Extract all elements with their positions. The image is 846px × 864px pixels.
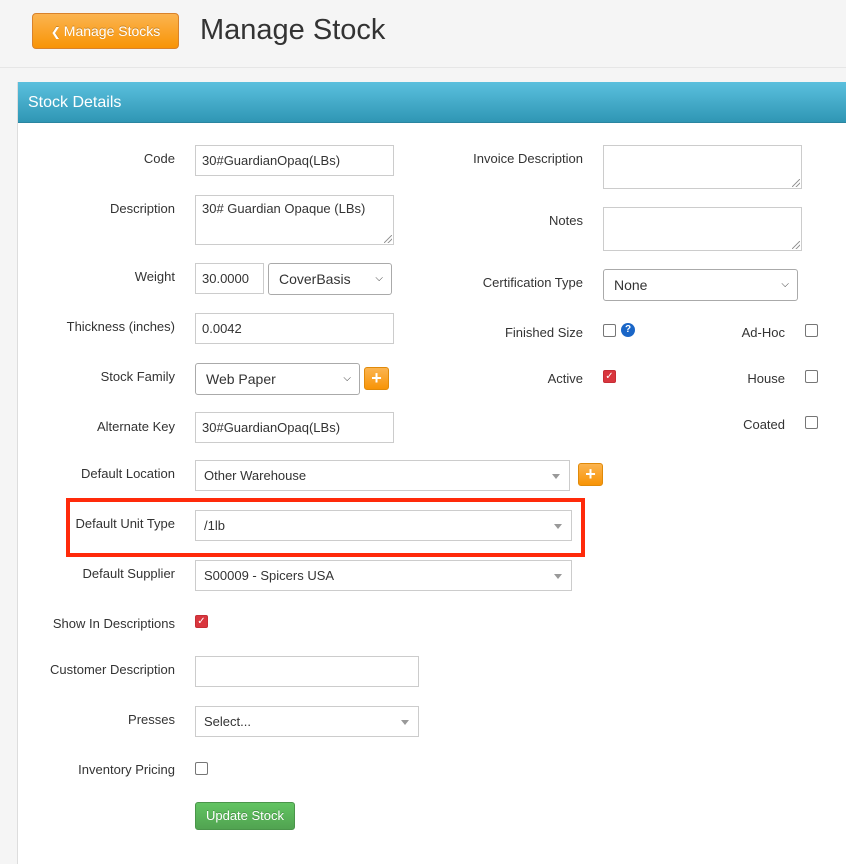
resize-handle-icon[interactable] — [792, 241, 800, 249]
stock-family-select[interactable]: Web Paper ⌵ — [195, 363, 360, 395]
dropdown-arrow-icon — [401, 720, 409, 725]
description-label: Description — [109, 201, 175, 216]
stock-family-label: Stock Family — [100, 369, 175, 384]
dropdown-arrow-icon — [554, 524, 562, 529]
chevron-down-icon: ⌵ — [375, 273, 383, 284]
ad-hoc-checkbox[interactable] — [805, 324, 818, 337]
ad-hoc-label: Ad-Hoc — [741, 325, 785, 340]
active-label: Active — [547, 371, 583, 386]
certification-type-value: None — [614, 277, 648, 293]
default-unit-type-select[interactable]: /1lb — [195, 510, 572, 541]
page-title: Manage Stock — [200, 14, 386, 46]
manage-stocks-back-button[interactable]: ❮ Manage Stocks — [32, 13, 179, 49]
resize-handle-icon[interactable] — [384, 235, 392, 243]
show-in-descriptions-label: Show In Descriptions — [52, 616, 175, 631]
thickness-label: Thickness (inches) — [66, 319, 175, 334]
alternate-key-input[interactable]: 30#GuardianOpaq(LBs) — [195, 412, 394, 443]
customer-description-input[interactable] — [195, 656, 419, 687]
weight-label: Weight — [134, 269, 175, 284]
presses-select[interactable]: Select... — [195, 706, 419, 737]
weight-basis-select[interactable]: CoverBasis ⌵ — [268, 263, 392, 295]
dropdown-arrow-icon — [552, 474, 560, 479]
checkmark-icon: ✓ — [605, 371, 614, 382]
coated-checkbox[interactable] — [805, 416, 818, 429]
invoice-description-label: Invoice Description — [473, 151, 583, 166]
notes-label: Notes — [549, 213, 583, 228]
certification-type-select[interactable]: None ⌵ — [603, 269, 798, 301]
house-label: House — [747, 371, 785, 386]
default-unit-type-label: Default Unit Type — [75, 516, 175, 531]
stock-family-value: Web Paper — [206, 371, 276, 387]
default-supplier-select[interactable]: S00009 - Spicers USA — [195, 560, 572, 591]
checkmark-icon: ✓ — [197, 616, 206, 627]
invoice-description-textarea[interactable] — [603, 145, 802, 189]
finished-size-checkbox[interactable] — [603, 324, 616, 337]
plus-icon: + — [585, 464, 596, 484]
inventory-pricing-checkbox[interactable] — [195, 762, 208, 775]
alternate-key-label: Alternate Key — [96, 419, 175, 434]
default-supplier-label: Default Supplier — [82, 566, 176, 581]
customer-description-label: Customer Description — [50, 662, 175, 677]
dropdown-arrow-icon — [554, 574, 562, 579]
notes-textarea[interactable] — [603, 207, 802, 251]
add-stock-family-button[interactable]: + — [364, 367, 389, 390]
description-textarea[interactable]: 30# Guardian Opaque (LBs) — [195, 195, 394, 245]
add-location-button[interactable]: + — [578, 463, 603, 486]
show-in-descriptions-checkbox[interactable]: ✓ — [195, 615, 208, 628]
panel-title: Stock Details — [18, 82, 846, 123]
finished-size-label: Finished Size — [504, 325, 583, 340]
update-stock-button[interactable]: Update Stock — [195, 802, 295, 830]
code-label: Code — [143, 151, 175, 166]
active-checkbox[interactable]: ✓ — [603, 370, 616, 383]
default-location-select[interactable]: Other Warehouse — [195, 460, 570, 491]
coated-label: Coated — [743, 417, 785, 432]
presses-value: Select... — [204, 714, 251, 729]
default-supplier-value: S00009 - Spicers USA — [204, 568, 335, 583]
chevron-down-icon: ⌵ — [781, 279, 789, 290]
presses-label: Presses — [128, 712, 175, 727]
top-bar: ❮ Manage Stocks Manage Stock — [0, 0, 846, 68]
inventory-pricing-label: Inventory Pricing — [78, 762, 175, 777]
default-unit-type-value: /1lb — [204, 518, 225, 533]
chevron-down-icon: ⌵ — [343, 373, 351, 384]
back-button-label: Manage Stocks — [63, 23, 161, 39]
default-location-label: Default Location — [81, 466, 175, 481]
description-value: 30# Guardian Opaque (LBs) — [202, 201, 366, 216]
plus-icon: + — [371, 368, 382, 388]
help-icon[interactable]: ? — [621, 323, 635, 337]
weight-basis-value: CoverBasis — [279, 271, 351, 287]
certification-type-label: Certification Type — [482, 275, 583, 290]
house-checkbox[interactable] — [805, 370, 818, 383]
default-location-value: Other Warehouse — [204, 468, 307, 483]
resize-handle-icon[interactable] — [792, 179, 800, 187]
chevron-left-icon: ❮ — [50, 25, 61, 39]
code-input[interactable]: 30#GuardianOpaq(LBs) — [195, 145, 394, 176]
thickness-input[interactable]: 0.0042 — [195, 313, 394, 344]
weight-input[interactable]: 30.0000 — [195, 263, 264, 294]
